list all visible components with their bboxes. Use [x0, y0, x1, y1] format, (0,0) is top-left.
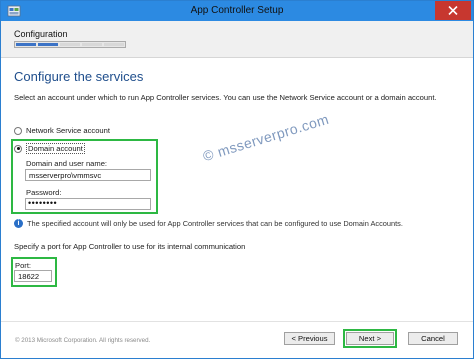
domain-account-label: Domain account — [26, 143, 85, 154]
main-content: Configure the services Select an account… — [1, 59, 473, 321]
page-description: Select an account under which to run App… — [14, 93, 437, 102]
title-bar[interactable]: App Controller Setup — [1, 1, 473, 21]
port-field[interactable]: 18622 — [14, 270, 52, 282]
progress-segment — [38, 43, 58, 46]
close-icon — [448, 6, 458, 15]
password-field[interactable]: •••••••• — [25, 198, 151, 210]
close-button[interactable] — [435, 1, 471, 20]
copyright-text: © 2013 Microsoft Corporation. All rights… — [15, 337, 151, 344]
watermark: © mssеrverpro.com — [201, 110, 331, 165]
progress-bar — [14, 41, 126, 48]
info-note: i The specified account will only be use… — [14, 219, 403, 228]
previous-button[interactable]: < Previous — [284, 332, 335, 345]
domain-account-option[interactable]: Domain account — [14, 143, 85, 154]
network-service-option[interactable]: Network Service account — [14, 126, 110, 135]
footer: © 2013 Microsoft Corporation. All rights… — [1, 321, 473, 358]
next-button[interactable]: Next > — [346, 332, 394, 345]
username-label: Domain and user name: — [26, 159, 108, 168]
window-title: App Controller Setup — [190, 5, 284, 16]
setup-window: App Controller Setup Configuration Confi… — [0, 0, 474, 359]
cancel-button[interactable]: Cancel — [408, 332, 458, 345]
network-service-label: Network Service account — [26, 126, 110, 135]
network-service-radio[interactable] — [14, 126, 22, 135]
port-label: Port: — [15, 261, 32, 270]
progress-segment — [82, 43, 102, 46]
progress-label: Configuration — [14, 29, 68, 39]
info-text: The specified account will only be used … — [27, 219, 403, 228]
progress-segment — [16, 43, 36, 46]
domain-account-radio[interactable] — [14, 144, 22, 153]
progress-segment — [104, 43, 124, 46]
page-title: Configure the services — [14, 69, 144, 84]
port-description: Specify a port for App Controller to use… — [14, 242, 246, 251]
username-field[interactable]: msserverpro\vmmsvc — [25, 169, 151, 181]
progress-band: Configuration — [1, 21, 473, 58]
password-label: Password: — [26, 188, 62, 197]
info-icon: i — [14, 219, 23, 228]
progress-segment — [60, 43, 80, 46]
password-mask: •••••••• — [28, 198, 58, 208]
